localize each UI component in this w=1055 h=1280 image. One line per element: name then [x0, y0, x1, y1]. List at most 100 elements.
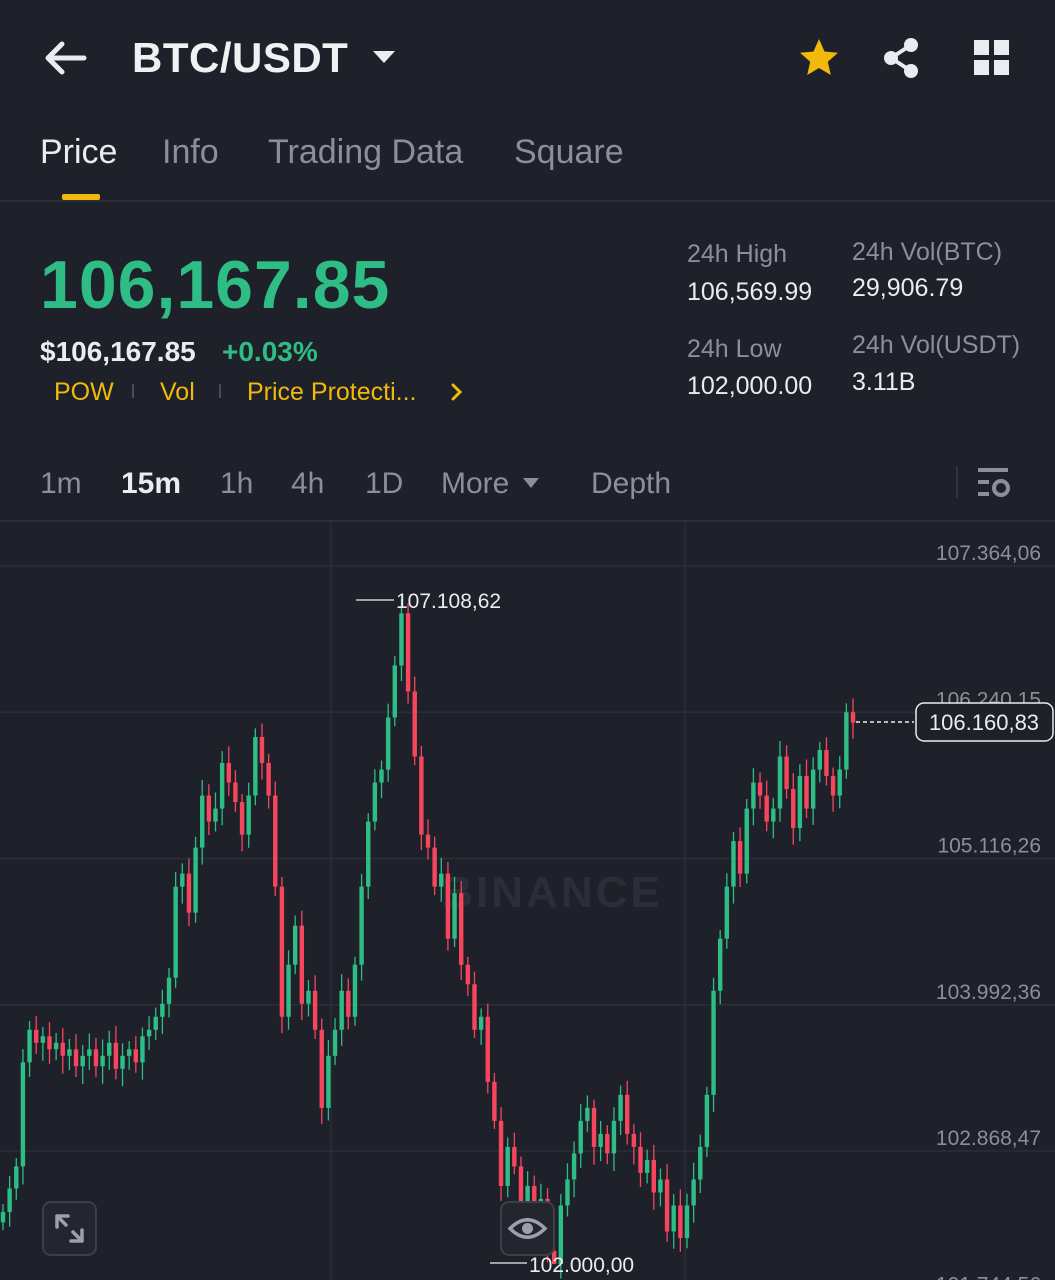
chart-settings-icon[interactable] [975, 464, 1013, 502]
caret-down-icon[interactable] [371, 48, 397, 66]
tag-separator [219, 384, 221, 398]
candle-body [80, 1055, 85, 1067]
candle-body [492, 1081, 497, 1121]
candle-body [777, 756, 783, 809]
interval-1h[interactable]: 1h [220, 467, 253, 501]
candle-body [213, 808, 218, 822]
chevron-right-icon[interactable] [448, 380, 466, 404]
star-icon[interactable] [797, 36, 841, 80]
tab-info[interactable]: Info [162, 133, 219, 172]
usd-price: $106,167.85 [40, 336, 196, 367]
candle-body [7, 1188, 12, 1212]
candle-body [764, 795, 769, 822]
fullscreen-expand-button[interactable] [42, 1201, 97, 1256]
candle-body [591, 1107, 597, 1147]
candle-body [478, 1016, 484, 1030]
interval-1m[interactable]: 1m [40, 467, 82, 501]
candle-body [810, 769, 816, 809]
pair-title[interactable]: BTC/USDT [132, 34, 348, 82]
candle-body [14, 1166, 19, 1189]
tag-vol[interactable]: Vol [160, 378, 195, 407]
candle-body [107, 1042, 112, 1056]
candle-body [366, 821, 371, 887]
candle-body [698, 1146, 703, 1180]
depth-tab[interactable]: Depth [591, 467, 671, 501]
interval-15m[interactable]: 15m [121, 467, 181, 501]
toolbar-divider [956, 466, 958, 498]
candle-body [784, 756, 789, 790]
candle-body [618, 1094, 623, 1121]
candle-body [724, 886, 730, 939]
candle-body [605, 1133, 610, 1154]
tab-trading-data[interactable]: Trading Data [268, 133, 463, 172]
candle-body [704, 1094, 710, 1147]
interval-4h[interactable]: 4h [291, 467, 324, 501]
candle-body [259, 736, 265, 764]
candle-body [419, 756, 424, 835]
candle-body [332, 1029, 338, 1056]
y-axis-label: 103.992,36 [936, 981, 1041, 1004]
candle-body [598, 1133, 603, 1147]
tab-price[interactable]: Price [40, 133, 117, 172]
candle-body [233, 782, 238, 803]
y-axis-label: 105.116,26 [937, 835, 1041, 858]
high-marker-label: 107.108,62 [396, 590, 501, 613]
candle-body [472, 984, 477, 1030]
candle-body [166, 977, 172, 1004]
tag-pow[interactable]: POW [54, 378, 114, 407]
tab-square[interactable]: Square [514, 133, 624, 172]
back-arrow-icon[interactable] [40, 38, 90, 78]
candle-body [804, 776, 809, 809]
candle-body [266, 763, 271, 796]
y-axis-label: 101.744,56 [936, 1273, 1041, 1280]
candle-body [239, 802, 245, 835]
candle-body [711, 990, 716, 1095]
stat-high-value: 106,569.99 [687, 278, 813, 306]
candle-body [319, 1029, 324, 1108]
candle-body [771, 808, 776, 822]
candle-body [445, 873, 451, 939]
stat-vol-btc-label: 24h Vol(BTC) [852, 238, 1003, 266]
candle-body [737, 841, 743, 874]
candle-body [53, 1042, 59, 1050]
stat-low-value: 102,000.00 [687, 372, 813, 400]
candle-body [87, 1049, 92, 1056]
candle-body [292, 925, 298, 965]
candle-body [140, 1036, 145, 1063]
tag-price-protection[interactable]: Price Protecti... [247, 378, 417, 407]
stat-low-label: 24h Low [687, 335, 782, 363]
candle-body [40, 1036, 46, 1043]
candlestick-chart[interactable]: BINANCE 107.364,06106.240,15105.116,2610… [0, 522, 1055, 1280]
candle-body [326, 1055, 331, 1108]
candle-body [824, 750, 829, 777]
caret-down-icon[interactable] [522, 476, 540, 490]
candle-body [352, 964, 358, 1017]
candle-body [67, 1049, 72, 1056]
candle-body [585, 1107, 590, 1121]
candle-body [744, 808, 749, 874]
candle-body [797, 776, 803, 829]
interval-more[interactable]: More [441, 467, 509, 501]
candle-body [658, 1179, 663, 1193]
candle-body [253, 736, 258, 796]
candle-body [219, 763, 225, 809]
candle-body [27, 1029, 32, 1063]
candle-body [47, 1036, 52, 1050]
grid-icon[interactable] [973, 39, 1011, 77]
candle-body [286, 964, 291, 1017]
candle-body [631, 1133, 637, 1147]
share-icon[interactable] [880, 36, 922, 80]
candle-body [571, 1153, 577, 1180]
candle-body [432, 847, 437, 887]
interval-1d[interactable]: 1D [365, 467, 403, 501]
candle-body [100, 1055, 105, 1067]
eye-icon[interactable] [500, 1201, 555, 1256]
candle-body [60, 1042, 65, 1056]
candle-body [817, 750, 822, 770]
candle-body [312, 990, 318, 1030]
candle-body [93, 1049, 99, 1067]
candle-body [339, 990, 344, 1030]
candle-body [0, 1211, 6, 1223]
candle-body [113, 1042, 119, 1069]
candle-body [346, 990, 351, 1017]
